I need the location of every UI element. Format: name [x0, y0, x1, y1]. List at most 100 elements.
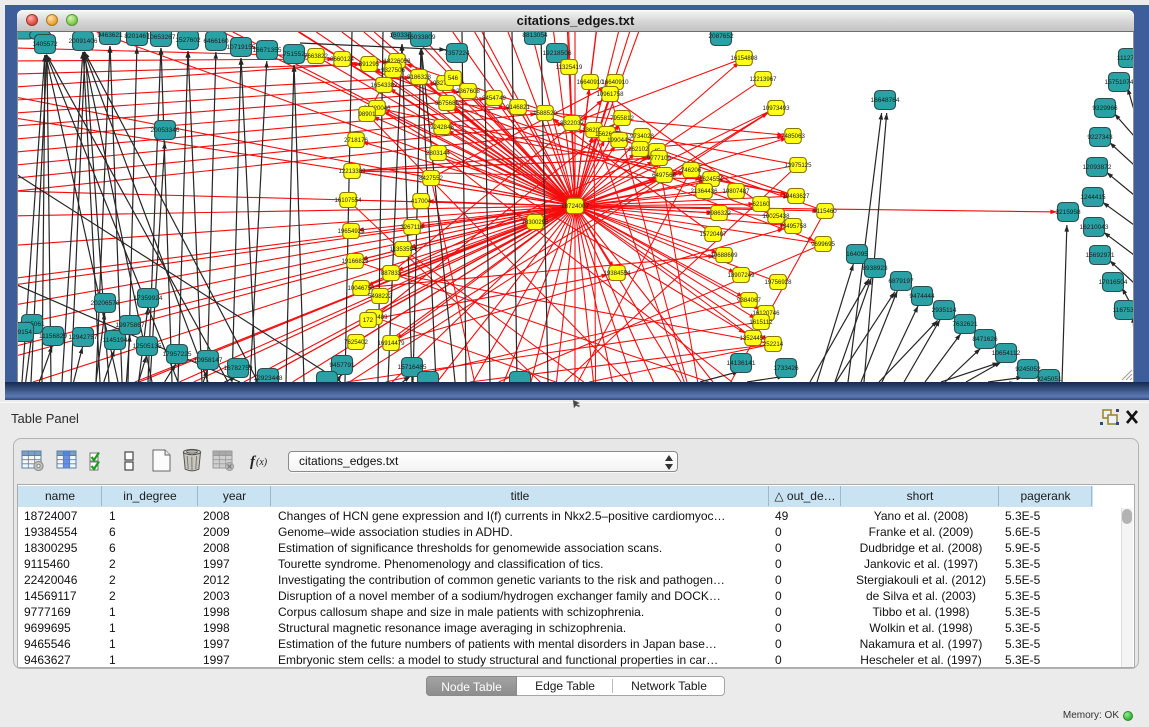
- svg-text:9227343: 9227343: [1087, 134, 1113, 141]
- svg-text:7632621: 7632621: [952, 321, 978, 328]
- svg-text:1167534: 1167534: [1113, 307, 1134, 314]
- svg-text:16210043: 16210043: [1080, 224, 1109, 231]
- svg-text:16914479: 16914479: [377, 340, 405, 347]
- svg-text:7625402: 7625402: [344, 339, 368, 346]
- svg-text:9734028: 9734028: [630, 133, 654, 140]
- svg-text:746206: 746206: [681, 167, 702, 174]
- svg-text:16154808: 16154808: [730, 55, 758, 62]
- svg-text:10719155: 10719155: [227, 44, 256, 51]
- svg-text:18300295: 18300295: [521, 219, 549, 226]
- svg-text:15716485: 15716485: [398, 364, 427, 371]
- svg-text:1112753: 1112753: [1117, 55, 1134, 62]
- svg-text:9245052: 9245052: [1015, 366, 1041, 373]
- svg-text:2367608: 2367608: [456, 88, 480, 95]
- svg-text:16648764: 16648764: [871, 97, 900, 104]
- svg-text:19384554: 19384554: [603, 270, 631, 277]
- svg-text:1733426: 1733426: [773, 365, 799, 372]
- svg-text:1990443: 1990443: [607, 137, 631, 144]
- svg-text:15751074: 15751074: [1105, 79, 1134, 86]
- svg-text:1615112: 1615112: [749, 319, 773, 326]
- svg-text:9384067: 9384067: [737, 297, 761, 304]
- svg-text:8938923: 8938923: [862, 265, 888, 272]
- svg-text:7485063: 7485063: [781, 133, 805, 140]
- svg-text:19756928: 19756928: [764, 279, 792, 286]
- svg-text:(x): (x): [256, 457, 268, 468]
- svg-text:10807487: 10807487: [722, 188, 750, 195]
- svg-text:11325419: 11325419: [556, 64, 583, 71]
- svg-text:8427552: 8427552: [419, 175, 443, 182]
- svg-text:12923448: 12923448: [254, 375, 283, 382]
- svg-text:1244415: 1244415: [1080, 194, 1106, 201]
- svg-text:1588520: 1588520: [533, 110, 557, 117]
- svg-text:3267110: 3267110: [400, 224, 424, 231]
- svg-text:9329966: 9329966: [1092, 105, 1118, 112]
- svg-text:16671355: 16671355: [253, 47, 282, 54]
- svg-text:16782759: 16782759: [224, 365, 253, 372]
- svg-text:20206576: 20206576: [91, 300, 120, 307]
- svg-text:11156829: 11156829: [39, 333, 67, 340]
- svg-text:13975125: 13975125: [784, 162, 812, 169]
- svg-text:2986322: 2986322: [707, 210, 731, 217]
- svg-text:9777109: 9777109: [647, 155, 671, 162]
- svg-text:2718176: 2718176: [344, 137, 368, 144]
- svg-text:17359924: 17359924: [134, 295, 163, 302]
- svg-text:10046758: 10046758: [347, 285, 375, 292]
- svg-text:8454749: 8454749: [482, 95, 506, 102]
- svg-text:6497568: 6497568: [652, 172, 676, 179]
- svg-text:3215958: 3215958: [1055, 209, 1081, 216]
- svg-text:8813054: 8813054: [522, 32, 548, 39]
- svg-text:21364436: 21364436: [690, 188, 718, 195]
- svg-text:9115460: 9115460: [813, 208, 837, 215]
- svg-text:17016504: 17016504: [1099, 279, 1128, 286]
- svg-text:546: 546: [448, 75, 459, 82]
- svg-text:16033809: 16033809: [407, 34, 436, 41]
- svg-text:15720407: 15720407: [699, 231, 727, 238]
- svg-text:2935114: 2935114: [932, 307, 957, 314]
- svg-text:16543382: 16543382: [370, 82, 398, 89]
- svg-text:9474444: 9474444: [909, 293, 935, 300]
- svg-text:16640910: 16640910: [576, 79, 604, 86]
- svg-text:8471626: 8471626: [972, 336, 998, 343]
- svg-text:9245051: 9245051: [1036, 376, 1062, 382]
- svg-text:252214: 252214: [763, 341, 784, 348]
- svg-text:9327506: 9327506: [381, 67, 405, 74]
- svg-text:12505135: 12505135: [133, 343, 162, 350]
- svg-text:13495758: 13495758: [779, 223, 807, 230]
- svg-text:12213389: 12213389: [338, 168, 366, 175]
- svg-text:15692971: 15692971: [1086, 252, 1115, 259]
- svg-text:8322037: 8322037: [560, 120, 584, 127]
- svg-text:887833: 887833: [381, 270, 402, 277]
- svg-text:1405572: 1405572: [32, 41, 58, 48]
- svg-text:39154: 39154: [17, 329, 32, 336]
- svg-text:2803144: 2803144: [426, 150, 450, 157]
- svg-text:1624554: 1624554: [699, 176, 723, 183]
- svg-text:19975867: 19975867: [116, 322, 145, 329]
- svg-text:10653267: 10653267: [147, 34, 176, 41]
- svg-text:12213967: 12213967: [749, 76, 777, 83]
- svg-text:98901: 98901: [359, 111, 377, 118]
- svg-text:62160: 62160: [753, 201, 771, 208]
- svg-text:3675685: 3675685: [435, 100, 459, 107]
- svg-text:18907249: 18907249: [727, 272, 755, 279]
- svg-text:1527602: 1527602: [175, 37, 201, 44]
- svg-text:7663822: 7663822: [304, 53, 328, 60]
- svg-text:10688609: 10688609: [710, 252, 738, 259]
- svg-text:20053346: 20053346: [151, 127, 180, 134]
- svg-text:19654925: 19654925: [337, 228, 365, 235]
- svg-text:164095: 164095: [846, 251, 868, 258]
- svg-text:6879197: 6879197: [888, 278, 914, 285]
- svg-text:1145194: 1145194: [103, 337, 128, 344]
- svg-text:19218506: 19218506: [543, 50, 572, 57]
- svg-text:10973493: 10973493: [762, 105, 790, 112]
- svg-text:8660124: 8660124: [330, 56, 354, 63]
- svg-text:9457791: 9457791: [329, 362, 355, 369]
- svg-text:16107554: 16107554: [334, 197, 362, 204]
- svg-text:6466160: 6466160: [203, 38, 229, 45]
- svg-text:9146821: 9146821: [506, 104, 530, 111]
- svg-text:11353594: 11353594: [390, 246, 417, 253]
- svg-text:14136141: 14136141: [727, 360, 756, 367]
- svg-text:7955812: 7955812: [610, 115, 634, 122]
- svg-text:19166825: 19166825: [341, 258, 369, 265]
- svg-text:9242848: 9242848: [430, 124, 454, 131]
- svg-text:18724007: 18724007: [561, 203, 590, 210]
